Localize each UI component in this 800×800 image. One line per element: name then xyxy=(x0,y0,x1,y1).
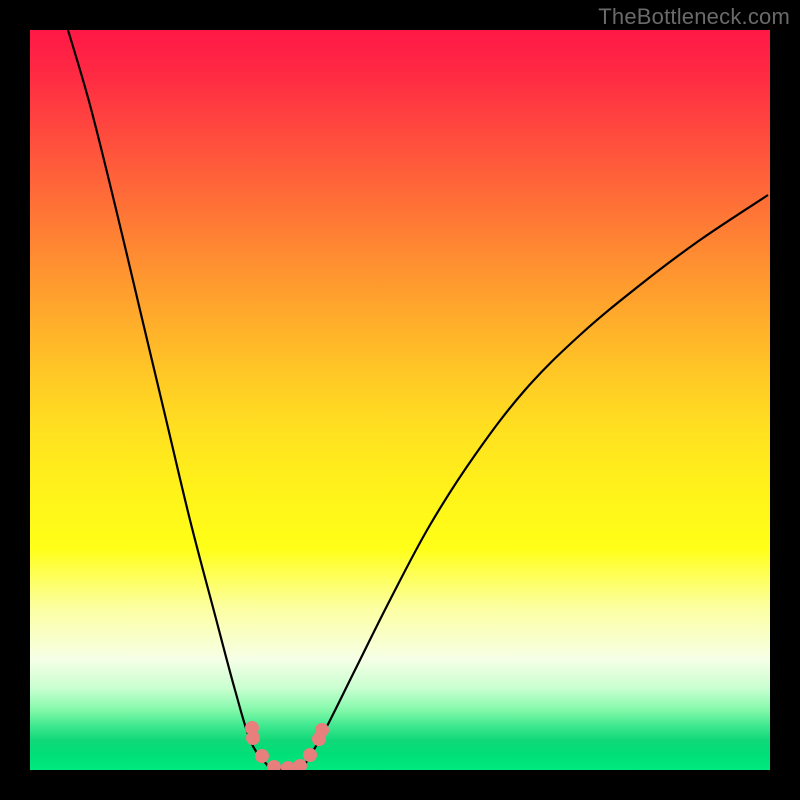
valley-marker xyxy=(267,760,281,770)
valley-marker xyxy=(281,761,295,770)
plot-area xyxy=(30,30,770,770)
curve-group xyxy=(68,30,768,769)
chart-frame: TheBottleneck.com xyxy=(0,0,800,800)
bottleneck-curve xyxy=(68,30,768,769)
valley-marker xyxy=(255,749,269,763)
valley-marker xyxy=(303,748,317,762)
watermark-text: TheBottleneck.com xyxy=(598,4,790,30)
valley-marker xyxy=(293,759,307,770)
valley-marker xyxy=(315,723,329,737)
valley-marker xyxy=(246,731,260,745)
curve-layer xyxy=(30,30,770,770)
